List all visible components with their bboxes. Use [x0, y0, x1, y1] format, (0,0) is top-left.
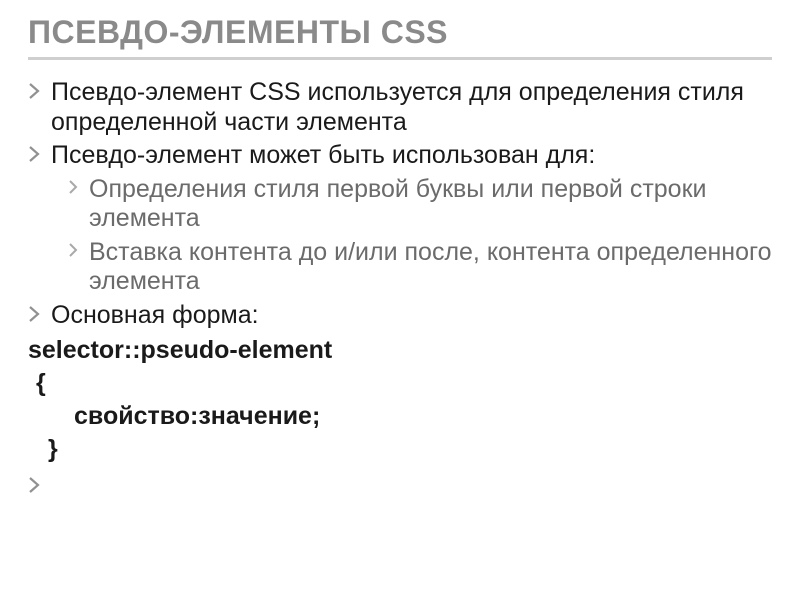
chevron-right-icon	[28, 305, 41, 323]
chevron-right-icon	[28, 145, 41, 163]
chevron-right-icon	[28, 82, 41, 100]
code-block: selector::pseudo-element { свойство:знач…	[28, 334, 772, 466]
list-item-text: Псевдо-элемент CSS используется для опре…	[51, 78, 772, 137]
page-title: ПСЕВДО-ЭЛЕМЕНТЫ CSS	[28, 14, 772, 51]
content-area: Псевдо-элемент CSS используется для опре…	[28, 78, 772, 502]
list-item: Псевдо-элемент CSS используется для опре…	[28, 78, 772, 137]
list-item: Псевдо-элемент может быть использован дл…	[28, 141, 772, 171]
list-item-text: Вставка контента до и/или после, контент…	[89, 238, 772, 297]
chevron-right-icon	[28, 472, 772, 502]
list-item-text: Основная форма:	[51, 301, 772, 331]
code-line: selector::pseudo-element	[28, 334, 772, 367]
code-line: }	[28, 433, 772, 466]
code-line: свойство:значение;	[28, 400, 772, 433]
list-item-text: Определения стиля первой буквы или перво…	[89, 175, 772, 234]
slide: ПСЕВДО-ЭЛЕМЕНТЫ CSS Псевдо-элемент CSS и…	[0, 0, 800, 600]
title-underline	[28, 57, 772, 60]
list-item: Вставка контента до и/или после, контент…	[68, 238, 772, 297]
list-item: Основная форма:	[28, 301, 772, 331]
chevron-right-icon	[68, 179, 79, 195]
list-item-text: Псевдо-элемент может быть использован дл…	[51, 141, 772, 171]
list-item: Определения стиля первой буквы или перво…	[68, 175, 772, 234]
code-line: {	[28, 367, 772, 400]
chevron-right-icon	[68, 242, 79, 258]
